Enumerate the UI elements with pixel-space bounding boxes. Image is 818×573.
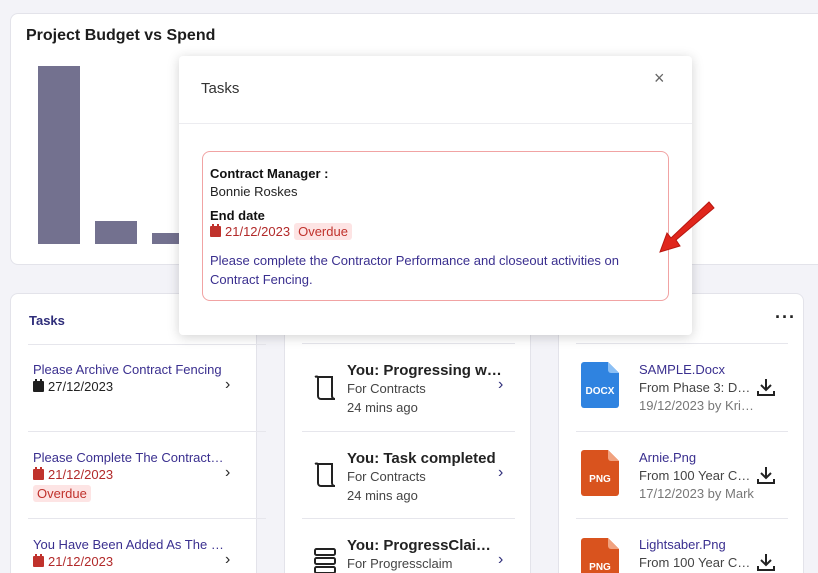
calendar-icon (33, 554, 44, 567)
divider (179, 123, 692, 124)
tasks-card: Tasks Please Archive Contract Fencing 27… (10, 293, 266, 573)
chart-bar (38, 66, 80, 244)
chart-bar (95, 221, 137, 244)
document-source: From 100 Year Contract (639, 468, 757, 483)
task-item[interactable]: Please Complete The Contractor Performan… (33, 450, 253, 503)
png-file-icon: PNG (581, 450, 619, 496)
task-title-link[interactable]: Please Complete The Contractor Performan… (33, 450, 225, 465)
activity-subtitle: For Contracts (347, 469, 426, 484)
tasks-modal: Tasks × Contract Manager : Bonnie Roskes… (179, 56, 692, 335)
task-title-link[interactable]: Please Archive Contract Fencing (33, 362, 225, 377)
end-date-value: 21/12/2023 (225, 224, 291, 239)
divider (28, 518, 266, 519)
download-icon[interactable] (756, 552, 776, 572)
divider (302, 343, 515, 344)
chevron-right-icon[interactable]: › (498, 376, 503, 394)
task-detail-card: Contract Manager : Bonnie Roskes End dat… (202, 151, 669, 301)
divider (576, 518, 788, 519)
stack-icon (314, 548, 336, 573)
activity-subtitle: For Progressclaim (347, 556, 453, 571)
task-date: 21/12/2023 (33, 467, 253, 482)
document-source: From 100 Year Contract (639, 555, 757, 570)
activity-title: You: ProgressClaim: Created (347, 537, 502, 554)
chevron-right-icon[interactable]: › (225, 376, 230, 394)
calendar-icon (33, 379, 44, 392)
close-icon[interactable]: × (654, 68, 665, 89)
role-label: Contract Manager : (210, 166, 329, 181)
annotation-arrow-icon (659, 201, 715, 253)
divider (576, 431, 788, 432)
overdue-badge: Overdue (294, 223, 352, 240)
task-date: 27/12/2023 (33, 379, 253, 394)
task-item[interactable]: Please Archive Contract Fencing 27/12/20… (33, 362, 253, 394)
chevron-right-icon[interactable]: › (225, 551, 230, 569)
divider (302, 518, 515, 519)
task-date: 21/12/2023 (33, 554, 253, 569)
overdue-badge: Overdue (33, 485, 91, 502)
task-date-value: 21/12/2023 (48, 467, 114, 482)
divider (28, 344, 266, 345)
chevron-right-icon[interactable]: › (498, 551, 503, 569)
divider (302, 431, 515, 432)
more-options-icon[interactable]: ··· (775, 307, 796, 328)
activity-title: You: Progressing workflow (347, 362, 502, 379)
document-name-link[interactable]: SAMPLE.Docx (639, 362, 725, 377)
scroll-icon (314, 375, 336, 400)
modal-title: Tasks (201, 80, 240, 97)
chevron-right-icon[interactable]: › (225, 464, 230, 482)
file-type-label: DOCX (586, 386, 615, 397)
task-description-link[interactable]: Please complete the Contractor Performan… (210, 251, 665, 289)
divider (28, 431, 266, 432)
assignee-name: Bonnie Roskes (210, 184, 298, 199)
document-name-link[interactable]: Lightsaber.Png (639, 537, 726, 552)
activity-card: You: Progressing workflow For Contracts … (284, 293, 531, 573)
task-title-link[interactable]: You Have Been Added As The Contract Mana… (33, 537, 225, 552)
file-type-label: PNG (589, 474, 611, 485)
download-icon[interactable] (756, 465, 776, 485)
end-date-row: 21/12/2023 Overdue (210, 223, 352, 240)
task-date-value: 27/12/2023 (48, 379, 114, 394)
calendar-icon (210, 224, 221, 237)
documents-card: s ··· DOCX SAMPLE.Docx From Phase 3: Des… (558, 293, 804, 573)
tasks-card-title: Tasks (29, 313, 65, 328)
activity-time: 24 mins ago (347, 488, 418, 503)
task-date-value: 21/12/2023 (48, 554, 114, 569)
chart-title: Project Budget vs Spend (26, 27, 216, 44)
activity-title: You: Task completed (347, 450, 496, 467)
calendar-icon (33, 467, 44, 480)
activity-time: 24 mins ago (347, 400, 418, 415)
chevron-right-icon[interactable]: › (498, 464, 503, 482)
docx-file-icon: DOCX (581, 362, 619, 408)
png-file-icon: PNG (581, 538, 619, 573)
download-icon[interactable] (756, 377, 776, 397)
scroll-icon (314, 462, 336, 487)
file-type-label: PNG (589, 562, 611, 573)
divider (576, 343, 788, 344)
activity-subtitle: For Contracts (347, 381, 426, 396)
document-source: From Phase 3: Design (639, 380, 757, 395)
document-name-link[interactable]: Arnie.Png (639, 450, 696, 465)
task-item[interactable]: You Have Been Added As The Contract Mana… (33, 537, 253, 569)
end-date-label: End date (210, 208, 265, 223)
document-meta: 19/12/2023 by Kristen (639, 398, 757, 413)
document-meta: 17/12/2023 by Mark (639, 486, 754, 501)
